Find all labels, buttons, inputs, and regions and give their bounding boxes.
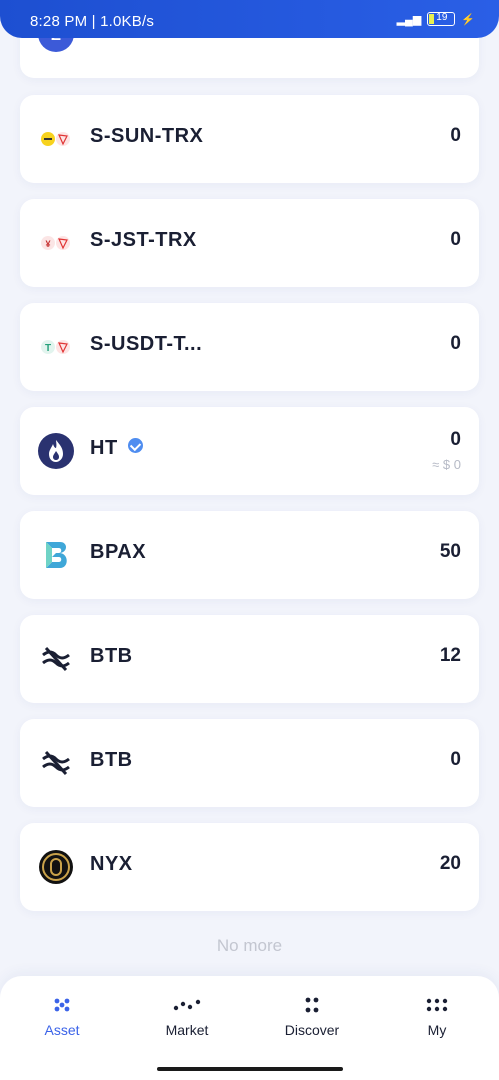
token-amount: 50: [439, 541, 461, 562]
charging-icon: ⚡: [461, 13, 475, 26]
token-amount: 20: [439, 853, 461, 874]
svg-text:T: T: [45, 343, 51, 354]
battery-level: 19: [436, 12, 448, 23]
tab-asset[interactable]: Asset: [0, 996, 124, 1038]
svg-text:¥: ¥: [45, 239, 50, 249]
bottom-tab-bar: Asset Market Discover My: [0, 976, 499, 1080]
token-name: HT: [90, 437, 143, 460]
btb-icon: [42, 646, 70, 672]
status-bar: 8:28 PM | 1.0KB/s ▂▄▆ 19 ⚡: [0, 0, 499, 38]
token-name: S-JST-TRX: [90, 229, 197, 251]
token-card[interactable]: BTB 0: [20, 719, 479, 807]
tab-market[interactable]: Market: [125, 996, 249, 1038]
token-name: NYX: [90, 853, 133, 875]
status-icons: ▂▄▆ 19 ⚡: [397, 12, 475, 26]
sun-trx-pair-icon: [41, 132, 70, 146]
discover-icon: [305, 997, 319, 1013]
token-amount: 0: [450, 333, 461, 354]
tab-label: My: [427, 1022, 447, 1038]
tab-label: Market: [165, 1022, 209, 1038]
token-card[interactable]: BTB 12: [20, 615, 479, 703]
token-card[interactable]: HT 0 ≈ $ 0: [20, 407, 479, 495]
token-card[interactable]: T S-USDT-T... 0: [20, 303, 479, 391]
token-amount: 12: [439, 645, 461, 666]
token-fiat-value: ≈ $ 0: [432, 457, 461, 472]
btb-icon: [42, 750, 70, 776]
status-time: 8:28 PM | 1.0KB/s: [30, 13, 155, 30]
my-icon: [426, 998, 448, 1012]
token-card[interactable]: ¥ S-JST-TRX 0: [20, 199, 479, 287]
token-amount: 0: [450, 429, 461, 450]
verified-icon: [127, 438, 143, 453]
tab-discover[interactable]: Discover: [250, 996, 374, 1038]
token-name: BTB: [90, 749, 133, 771]
token-name: BTB: [90, 645, 133, 667]
token-name: S-USDT-T...: [90, 333, 203, 355]
token-amount: 0: [450, 229, 461, 250]
asset-icon: [54, 998, 70, 1012]
usdt-trx-pair-icon: T: [41, 340, 70, 354]
token-card[interactable]: NYX 20: [20, 823, 479, 911]
tab-my[interactable]: My: [375, 996, 499, 1038]
huobi-token-icon: [38, 433, 74, 469]
battery-icon: 19: [427, 12, 456, 26]
token-name: S-SUN-TRX: [90, 125, 204, 147]
tab-label: Discover: [284, 1022, 340, 1038]
jst-trx-pair-icon: ¥: [41, 236, 70, 250]
home-indicator[interactable]: [157, 1067, 343, 1071]
tab-label: Asset: [44, 1022, 80, 1038]
token-amount: 0: [450, 749, 461, 770]
end-of-list-text: No more: [216, 936, 283, 955]
token-amount: 0: [450, 125, 461, 146]
nyx-icon: [39, 850, 73, 884]
token-card[interactable]: BPAX 50: [20, 511, 479, 599]
bpax-icon: [46, 542, 67, 568]
market-icon: [173, 999, 201, 1011]
token-name: BPAX: [90, 541, 147, 563]
signal-icon: ▂▄▆: [396, 13, 422, 26]
token-card[interactable]: S-SUN-TRX 0: [20, 95, 479, 183]
